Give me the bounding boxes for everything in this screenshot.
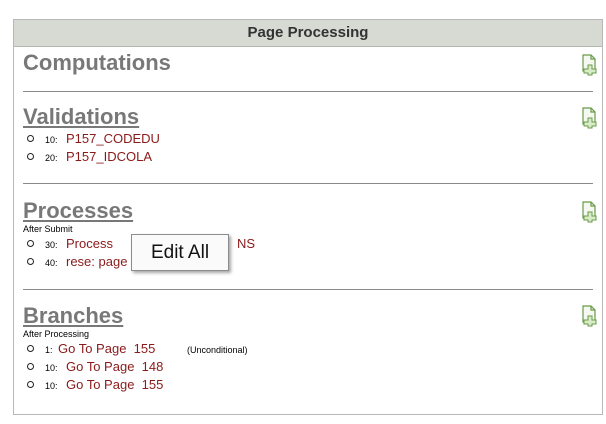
add-process-icon[interactable]	[580, 201, 598, 223]
bullet-icon	[27, 363, 34, 370]
bullet-icon	[27, 381, 34, 388]
add-branch-icon[interactable]	[580, 305, 598, 327]
branches-title[interactable]: Branches	[23, 303, 593, 329]
item-sequence: 10:	[45, 381, 58, 391]
separator	[23, 183, 593, 184]
processes-title[interactable]: Processes	[23, 198, 593, 224]
process-point-label: After Submit	[23, 224, 73, 234]
item-sequence: 30:	[45, 240, 58, 250]
branch-link[interactable]: Go To Page 155	[66, 376, 163, 394]
item-sequence: 10:	[45, 363, 58, 373]
separator	[23, 289, 593, 290]
add-validation-icon[interactable]	[580, 107, 598, 129]
process-link-tail[interactable]: NS	[237, 235, 255, 253]
panel-title: Page Processing	[14, 20, 602, 47]
item-sequence: 10:	[45, 135, 58, 145]
validations-title[interactable]: Validations	[23, 104, 593, 130]
edit-all-tooltip: Edit All	[131, 234, 229, 271]
item-sequence: 40:	[45, 258, 58, 268]
validation-link[interactable]: P157_IDCOLA	[66, 148, 152, 166]
list-item[interactable]: 10: P157_CODEDU	[23, 130, 593, 148]
processes-section: Processes After Submit 30: Process NS 40…	[23, 198, 593, 271]
page-processing-panel: Page Processing Computations Validations…	[13, 19, 603, 415]
list-item[interactable]: 10: Go To Page 155	[23, 376, 593, 394]
process-link[interactable]: rese: page	[66, 253, 127, 271]
validation-link[interactable]: P157_CODEDU	[66, 130, 160, 148]
bullet-icon	[27, 258, 34, 265]
bullet-icon	[27, 345, 34, 352]
list-item[interactable]: 1: Go To Page 155 (Unconditional)	[23, 340, 593, 358]
list-item[interactable]: 40: rese: page	[23, 253, 593, 271]
item-sequence: 20:	[45, 153, 58, 163]
process-link[interactable]: Process	[66, 235, 113, 253]
list-item[interactable]: 20: P157_IDCOLA	[23, 148, 593, 166]
add-computation-icon[interactable]	[580, 54, 598, 76]
branch-condition-note: (Unconditional)	[187, 345, 248, 355]
validations-section: Validations 10: P157_CODEDU 20: P157_IDC…	[23, 104, 593, 166]
bullet-icon	[27, 240, 34, 247]
list-item[interactable]: 30: Process NS	[23, 235, 593, 253]
list-item[interactable]: 10: Go To Page 148	[23, 358, 593, 376]
branch-link[interactable]: Go To Page 148	[66, 358, 163, 376]
branch-link[interactable]: Go To Page 155	[58, 340, 155, 358]
computations-title: Computations	[23, 50, 171, 75]
item-sequence: 1:	[45, 345, 53, 355]
bullet-icon	[27, 153, 34, 160]
branches-section: Branches After Processing 1: Go To Page …	[23, 303, 593, 394]
branch-point-label: After Processing	[23, 329, 90, 339]
bullet-icon	[27, 135, 34, 142]
separator	[23, 91, 593, 92]
computations-section: Computations	[23, 50, 593, 76]
